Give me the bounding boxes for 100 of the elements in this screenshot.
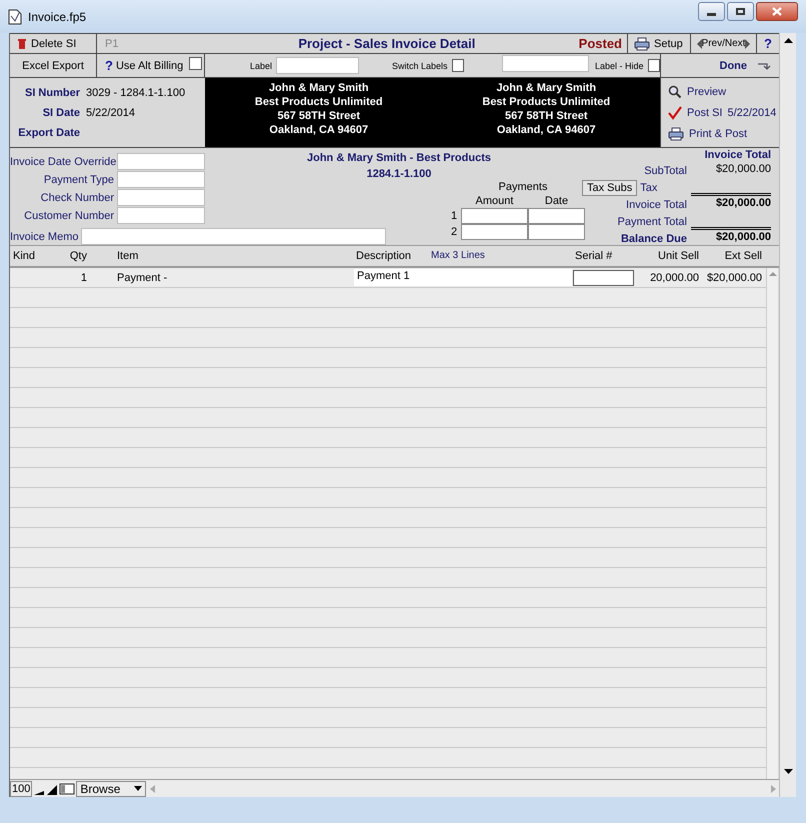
amount-field[interactable]	[461, 224, 528, 240]
ext-sell-cell-text: $20,000.00	[706, 270, 762, 284]
item-cell-text: Payment -	[117, 270, 168, 284]
input-field[interactable]	[117, 207, 205, 224]
address-line: John & Mary Smith	[268, 81, 369, 95]
address-line: Oakland, CA 94607	[496, 123, 596, 137]
field-label: Export Date	[18, 126, 80, 140]
column-header: Kind	[13, 249, 36, 263]
date-field[interactable]	[528, 224, 585, 240]
printer-icon	[668, 126, 684, 140]
return-arrow-icon	[757, 60, 771, 70]
action-link[interactable]: Print & Post	[689, 126, 748, 140]
column-header: Description	[355, 249, 412, 263]
printer-icon	[634, 36, 650, 50]
column-header: Unit Sell	[657, 249, 699, 263]
row-number: 2	[451, 225, 458, 239]
address-line: Best Products Unlimited	[482, 95, 610, 109]
close-icon	[772, 7, 782, 16]
layout-icon[interactable]	[59, 782, 76, 796]
field-label: Check Number	[40, 190, 115, 204]
label-hide-label: Label - Hide	[594, 60, 644, 72]
date-field[interactable]	[528, 208, 585, 224]
column-header: Date	[544, 194, 570, 208]
address-line: John & Mary Smith	[496, 81, 596, 95]
field-label: SI Date	[42, 106, 80, 120]
total-label: Tax	[640, 180, 658, 194]
checkbox[interactable]	[189, 57, 202, 70]
address-line: 567 58TH Street	[277, 109, 360, 123]
field-value: 5/22/2014	[86, 106, 135, 120]
payments-title: Payments	[498, 180, 548, 194]
project-number: 1284.1-1.100	[366, 167, 432, 181]
scrollbar[interactable]	[766, 268, 778, 779]
minimize-button[interactable]	[698, 2, 725, 21]
field-label: SI Number	[24, 86, 80, 100]
close-button[interactable]	[756, 2, 798, 21]
total-value: $20,000.00	[714, 196, 771, 211]
customer-title: John & Mary Smith - Best Products	[307, 151, 491, 165]
amount-field[interactable]	[461, 208, 528, 224]
delete-button[interactable]: Delete SI	[10, 34, 97, 53]
label-field[interactable]	[276, 57, 359, 74]
description-field[interactable]: Payment 1	[354, 269, 572, 286]
status-label: Posted	[578, 36, 622, 50]
checkbox[interactable]	[452, 59, 464, 72]
trash-icon	[17, 38, 27, 50]
column-header: Ext Sell	[724, 249, 762, 263]
total-value: $20,000.00	[714, 162, 771, 177]
column-header: Serial #	[574, 249, 614, 263]
address-line: Best Products Unlimited	[254, 95, 383, 109]
row-number: 1	[451, 209, 458, 223]
page-title: Project - Sales Invoice Detail	[297, 36, 476, 50]
switch-labels-label: Switch Labels	[392, 60, 448, 72]
field-label: Invoice Date Override	[10, 154, 117, 168]
left-arrow-icon	[696, 38, 702, 48]
right-arrow-icon	[745, 38, 750, 48]
magnifier-icon	[668, 84, 682, 98]
input-field[interactable]	[117, 189, 205, 206]
column-header: Qty	[68, 249, 87, 263]
action-link[interactable]: Preview	[687, 84, 726, 98]
column-header: Amount	[474, 194, 514, 208]
action-link[interactable]: Post SI	[687, 106, 722, 120]
post-date: 5/22/2014	[727, 106, 776, 120]
totals-title: Invoice Total	[704, 148, 771, 162]
setup-button[interactable]: Setup	[627, 34, 691, 53]
total-label: Invoice Total	[626, 198, 688, 212]
input-field[interactable]	[117, 153, 205, 170]
document-icon	[8, 8, 22, 24]
label-field[interactable]	[502, 55, 589, 72]
input-field[interactable]	[117, 171, 205, 188]
column-header: Item	[117, 249, 140, 263]
total-label: Balance Due	[620, 232, 688, 245]
help-button[interactable]: ?	[757, 34, 779, 53]
maximize-button[interactable]	[727, 2, 754, 21]
mode-dropdown[interactable]: Browse	[76, 780, 146, 796]
column-header: Max 3 Lines	[431, 249, 486, 263]
unit-sell-cell-text: 20,000.00	[649, 270, 699, 284]
total-value: $20,000.00	[714, 230, 771, 245]
field-label: Invoice Memo	[10, 230, 80, 244]
caret-icon	[134, 786, 142, 791]
label-text: Label	[250, 60, 272, 72]
tax-subs-button[interactable]: Tax Subs	[582, 180, 638, 196]
field-value: 3029 - 1284.1-1.100	[86, 86, 186, 100]
serial-field[interactable]	[573, 270, 634, 286]
excel-export-button[interactable]: Excel Export	[10, 54, 97, 77]
checkbox[interactable]	[648, 59, 660, 72]
field-label: Customer Number	[23, 208, 115, 222]
checkmark-icon	[668, 106, 682, 120]
total-label: SubTotal	[644, 164, 688, 178]
field-label: Payment Type	[42, 172, 115, 186]
scrollbar[interactable]	[779, 33, 796, 797]
alt-billing-label: Use Alt Billing	[116, 58, 184, 72]
page-label: P1	[105, 36, 120, 50]
window-title: Invoice.fp5	[28, 10, 86, 24]
question-icon: ?	[105, 58, 113, 72]
zoom-level[interactable]: 100	[10, 780, 32, 796]
address-line: Oakland, CA 94607	[269, 123, 368, 137]
qty-cell-text: 1	[80, 270, 87, 284]
memo-field[interactable]	[81, 228, 386, 245]
prev-next-button[interactable]: Prev/Next	[691, 34, 757, 53]
address-line: 567 58TH Street	[504, 109, 588, 123]
total-label: Payment Total	[617, 214, 688, 228]
